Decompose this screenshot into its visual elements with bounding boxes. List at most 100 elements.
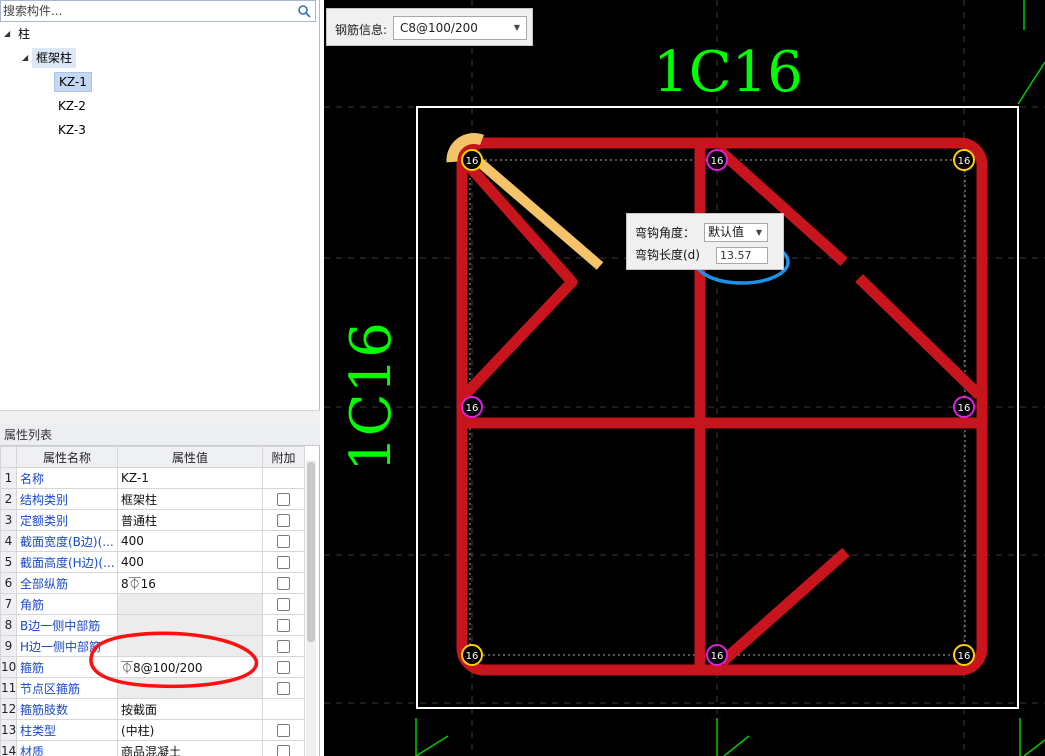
rebar-info-label: 钢筋信息:	[335, 23, 388, 37]
property-value[interactable]	[117, 677, 263, 699]
rebar-drawing[interactable]: 16 16 16 16 16 16 16 16 1C16 1C16	[324, 0, 1045, 756]
hook-angle-select[interactable]: 默认值 ▼	[704, 223, 768, 242]
green-marks	[415, 0, 1045, 756]
bar-label: 16	[711, 651, 724, 662]
property-row[interactable]: 14 材质 商品混凝土	[0, 740, 305, 756]
expand-arrow-icon[interactable]: ◢	[22, 48, 32, 68]
bar-label: 16	[466, 156, 479, 167]
tree-node-label: 柱	[18, 27, 31, 41]
extra-cell	[262, 488, 305, 510]
extra-checkbox[interactable]	[277, 661, 290, 674]
diagonal-tie-right[interactable]	[855, 274, 983, 399]
property-value[interactable]: 400	[117, 530, 263, 552]
property-name: H边一侧中部筋	[16, 635, 118, 657]
drawing-canvas[interactable]: 16 16 16 16 16 16 16 16 1C16 1C16 钢筋信息: C8@100/…	[324, 0, 1045, 756]
property-scrollbar[interactable]	[306, 460, 316, 756]
row-number: 5	[0, 551, 17, 573]
property-value[interactable]: 商品混凝土	[117, 740, 263, 756]
property-row[interactable]: 12 箍筋肢数 按截面	[0, 698, 305, 720]
search-box[interactable]	[0, 0, 316, 22]
middle-bar[interactable]: 16	[953, 396, 975, 418]
hook-angle-value: 默认值	[708, 225, 745, 239]
property-row[interactable]: 8 B边一侧中部筋	[0, 614, 305, 636]
property-row[interactable]: 6 全部纵筋 8⏁16	[0, 572, 305, 594]
row-number: 9	[0, 635, 17, 657]
top-rebar-label: 1C16	[653, 40, 803, 105]
rebar-info-select[interactable]: C8@100/200 ▼	[393, 16, 527, 40]
tree-node-label: 框架柱	[32, 48, 77, 68]
extra-checkbox[interactable]	[277, 724, 290, 737]
property-name: 结构类别	[16, 488, 118, 510]
grid-lines	[324, 0, 1045, 756]
property-value[interactable]: ⏁8@100/200	[117, 656, 263, 678]
extra-checkbox[interactable]	[277, 493, 290, 506]
property-name: 材质	[16, 740, 118, 756]
tree-item-label: KZ-3	[58, 123, 86, 137]
diagonal-tie-lower[interactable]	[718, 547, 850, 667]
property-name: 节点区箍筋	[16, 677, 118, 699]
expand-arrow-icon[interactable]: ◢	[4, 24, 14, 44]
extra-cell	[262, 677, 305, 699]
property-row[interactable]: 1 名称 KZ-1	[0, 467, 305, 489]
row-number: 12	[0, 698, 17, 720]
property-value[interactable]: 400	[117, 551, 263, 573]
property-value[interactable]	[117, 635, 263, 657]
property-row[interactable]: 11 节点区箍筋	[0, 677, 305, 699]
extra-checkbox[interactable]	[277, 535, 290, 548]
property-value[interactable]: (中柱)	[117, 719, 263, 741]
component-tree: ◢ 柱 ◢ 框架柱 KZ-1 KZ-2 KZ-3	[0, 22, 320, 410]
bar-label: 16	[466, 403, 479, 414]
middle-bar[interactable]: 16	[461, 396, 483, 418]
extra-checkbox[interactable]	[277, 682, 290, 695]
corner-bar[interactable]: 16	[953, 644, 975, 666]
middle-bar[interactable]: 16	[706, 644, 728, 666]
property-value-header: 属性值	[117, 446, 263, 468]
chevron-down-icon[interactable]: ▼	[514, 17, 520, 39]
left-panel: ◢ 柱 ◢ 框架柱 KZ-1 KZ-2 KZ-3 属性列表 属性名称 属性值 附…	[0, 0, 320, 756]
property-value[interactable]: 普通柱	[117, 509, 263, 531]
scrollbar-thumb[interactable]	[307, 462, 315, 642]
property-row[interactable]: 4 截面宽度(B边)(... 400	[0, 530, 305, 552]
extra-checkbox[interactable]	[277, 640, 290, 653]
search-input[interactable]	[1, 1, 291, 21]
property-value[interactable]: 按截面	[117, 698, 263, 720]
corner-bar[interactable]: 16	[461, 149, 483, 171]
row-number: 6	[0, 572, 17, 594]
property-value[interactable]: KZ-1	[117, 467, 263, 489]
property-row[interactable]: 10 箍筋 ⏁8@100/200	[0, 656, 305, 678]
property-row[interactable]: 9 H边一侧中部筋	[0, 635, 305, 657]
search-icon[interactable]	[297, 4, 311, 18]
property-value[interactable]	[117, 614, 263, 636]
extra-cell	[262, 509, 305, 531]
property-row[interactable]: 5 截面高度(H边)(... 400	[0, 551, 305, 573]
property-row[interactable]: 13 柱类型 (中柱)	[0, 719, 305, 741]
extra-cell	[262, 572, 305, 594]
property-value[interactable]	[117, 593, 263, 615]
hook-property-panel: 弯钩角度： 默认值 ▼ 弯钩长度(d) 13.57	[626, 213, 784, 270]
extra-checkbox[interactable]	[277, 514, 290, 527]
property-value[interactable]: 框架柱	[117, 488, 263, 510]
panel-splitter[interactable]	[0, 410, 320, 424]
property-name: 箍筋	[16, 656, 118, 678]
extra-checkbox[interactable]	[277, 556, 290, 569]
property-row[interactable]: 3 定额类别 普通柱	[0, 509, 305, 531]
property-row[interactable]: 7 角筋	[0, 593, 305, 615]
middle-bar[interactable]: 16	[706, 149, 728, 171]
chevron-down-icon[interactable]: ▼	[756, 224, 762, 241]
tree-item-label: KZ-1	[54, 72, 92, 92]
extra-cell	[262, 614, 305, 636]
property-row[interactable]: 2 结构类别 框架柱	[0, 488, 305, 510]
row-number: 7	[0, 593, 17, 615]
extra-cell	[262, 740, 305, 756]
left-rebar-label: 1C16	[339, 322, 404, 472]
property-value[interactable]: 8⏁16	[117, 572, 263, 594]
extra-checkbox[interactable]	[277, 619, 290, 632]
extra-checkbox[interactable]	[277, 745, 290, 756]
corner-bar[interactable]: 16	[953, 149, 975, 171]
extra-checkbox[interactable]	[277, 598, 290, 611]
corner-bar[interactable]: 16	[461, 644, 483, 666]
row-number-header	[0, 446, 17, 468]
extra-checkbox[interactable]	[277, 577, 290, 590]
bar-label: 16	[466, 651, 479, 662]
hook-length-input[interactable]: 13.57	[716, 247, 768, 264]
